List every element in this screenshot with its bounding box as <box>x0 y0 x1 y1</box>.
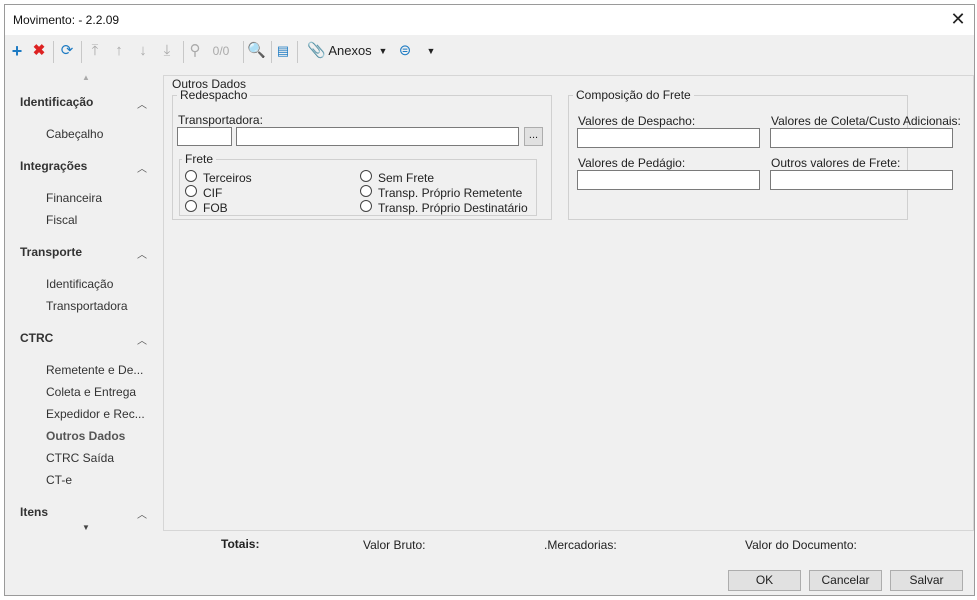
zoom-search-icon[interactable]: 🔍 <box>247 41 266 61</box>
mercadorias-label: .Mercadorias: <box>544 538 617 552</box>
valor-documento-label: Valor do Documento: <box>745 538 857 552</box>
sidebar-item-identificacao[interactable]: Identificação <box>46 277 113 291</box>
toolbar-separator <box>53 41 54 63</box>
sidebar-item-cabecalho[interactable]: Cabeçalho <box>46 127 103 141</box>
composicao-frete-group: Composição do Frete <box>568 88 908 220</box>
radio-sem-frete-label: Sem Frete <box>378 171 435 185</box>
radio-cif-label: CIF <box>203 186 223 200</box>
transportadora-name-input[interactable] <box>236 127 519 146</box>
dialog-window: Movimento: - 2.2.09 ✕ + ✖ ⟳ ⤒ ↑ ↓ ⤓ ⚲ 0/… <box>4 4 975 596</box>
radio-proprio-remetente[interactable] <box>360 185 372 197</box>
sidebar-item-remetente[interactable]: Remetente e De... <box>46 363 143 377</box>
despacho-label: Valores de Despacho: <box>578 114 696 128</box>
sidebar-group-ctrc[interactable]: CTRC <box>20 331 53 345</box>
radio-fob-label: FOB <box>203 201 228 215</box>
cancel-button[interactable]: Cancelar <box>809 570 882 591</box>
chevron-up-icon[interactable]: ︿ <box>137 506 147 521</box>
transportadora-code-input[interactable] <box>177 127 232 146</box>
sidebar-group-itens[interactable]: Itens <box>20 505 48 519</box>
scroll-up-icon[interactable]: ▲ <box>82 73 90 82</box>
attachment-icon[interactable]: 📎 <box>307 41 326 61</box>
despacho-input[interactable] <box>577 128 760 148</box>
scroll-down-icon[interactable]: ▼ <box>82 523 90 532</box>
transportadora-label: Transportadora: <box>178 113 263 127</box>
ok-button[interactable]: OK <box>728 570 801 591</box>
pedagio-input[interactable] <box>577 170 760 190</box>
save-button[interactable]: Salvar <box>890 570 963 591</box>
sidebar-item-coleta-entrega[interactable]: Coleta e Entrega <box>46 385 136 399</box>
refresh-button[interactable]: ⟳ <box>59 41 75 61</box>
chevron-up-icon[interactable]: ︿ <box>137 332 147 347</box>
radio-terceiros-label: Terceiros <box>203 171 252 185</box>
transportadora-lookup-button[interactable]: ... <box>524 127 543 146</box>
options-icon[interactable]: ⊜ <box>397 41 413 61</box>
toolbar: + ✖ ⟳ ⤒ ↑ ↓ ⤓ ⚲ 0/0 🔍 ▤ 📎 Anexos ▼ ⊜ ▼ <box>5 35 974 67</box>
attachments-dropdown-icon[interactable]: ▼ <box>377 41 389 61</box>
outros-valores-label: Outros valores de Frete: <box>771 156 901 170</box>
toolbar-separator <box>243 41 244 63</box>
close-icon[interactable]: ✕ <box>948 9 968 29</box>
sidebar-item-ctrc-saida[interactable]: CTRC Saída <box>46 451 114 465</box>
chevron-up-icon[interactable]: ︿ <box>137 96 147 111</box>
pedagio-label: Valores de Pedágio: <box>578 156 686 170</box>
toolbar-separator <box>271 41 272 63</box>
last-record-icon[interactable]: ⤓ <box>159 41 175 61</box>
toolbar-separator <box>81 41 82 63</box>
sidebar-group-transporte[interactable]: Transporte <box>20 245 82 259</box>
add-button[interactable]: + <box>9 41 25 61</box>
radio-proprio-remetente-label: Transp. Próprio Remetente <box>378 186 523 200</box>
delete-button[interactable]: ✖ <box>31 41 47 61</box>
radio-cif[interactable] <box>185 185 197 197</box>
first-record-icon[interactable]: ⤒ <box>87 41 103 61</box>
window-title: Movimento: - 2.2.09 <box>13 13 120 27</box>
chevron-up-icon[interactable]: ︿ <box>137 246 147 261</box>
sidebar-item-expedidor[interactable]: Expedidor e Rec... <box>46 407 145 421</box>
toolbar-separator <box>183 41 184 63</box>
radio-proprio-destinatario-label: Transp. Próprio Destinatário <box>378 201 528 215</box>
sidebar-item-outros-dados[interactable]: Outros Dados <box>46 429 125 443</box>
radio-fob[interactable] <box>185 200 197 212</box>
record-counter: 0/0 <box>212 44 230 58</box>
next-record-icon[interactable]: ↓ <box>135 41 151 61</box>
chevron-up-icon[interactable]: ︿ <box>137 160 147 175</box>
sidebar: ▲ Identificação ︿ Cabeçalho Integrações … <box>5 69 160 539</box>
radio-terceiros[interactable] <box>185 170 197 182</box>
coleta-label: Valores de Coleta/Custo Adicionais: <box>771 114 961 128</box>
toolbar-separator <box>297 41 298 63</box>
composicao-frete-legend: Composição do Frete <box>576 88 691 102</box>
outros-valores-input[interactable] <box>770 170 953 190</box>
sidebar-item-fiscal[interactable]: Fiscal <box>46 213 77 227</box>
main-panel: Outros Dados Redespacho Transportadora: … <box>163 75 974 531</box>
sidebar-item-transportadora[interactable]: Transportadora <box>46 299 128 313</box>
sidebar-item-cte[interactable]: CT-e <box>46 473 72 487</box>
totals-label: Totais: <box>221 537 260 551</box>
redespacho-legend: Redespacho <box>180 88 248 102</box>
sidebar-group-integracoes[interactable]: Integrações <box>20 159 87 173</box>
attachments-button[interactable]: Anexos <box>327 41 373 61</box>
previous-record-icon[interactable]: ↑ <box>111 41 127 61</box>
search-icon[interactable]: ⚲ <box>187 41 203 61</box>
report-icon[interactable]: ▤ <box>275 41 291 61</box>
sidebar-item-financeira[interactable]: Financeira <box>46 191 102 205</box>
valor-bruto-label: Valor Bruto: <box>363 538 426 552</box>
title-bar: Movimento: - 2.2.09 ✕ <box>5 5 974 35</box>
radio-proprio-destinatario[interactable] <box>360 200 372 212</box>
coleta-input[interactable] <box>770 128 953 148</box>
radio-sem-frete[interactable] <box>360 170 372 182</box>
sidebar-group-identificacao[interactable]: Identificação <box>20 95 93 109</box>
options-dropdown-icon[interactable]: ▼ <box>425 41 437 61</box>
frete-legend: Frete <box>185 152 214 166</box>
